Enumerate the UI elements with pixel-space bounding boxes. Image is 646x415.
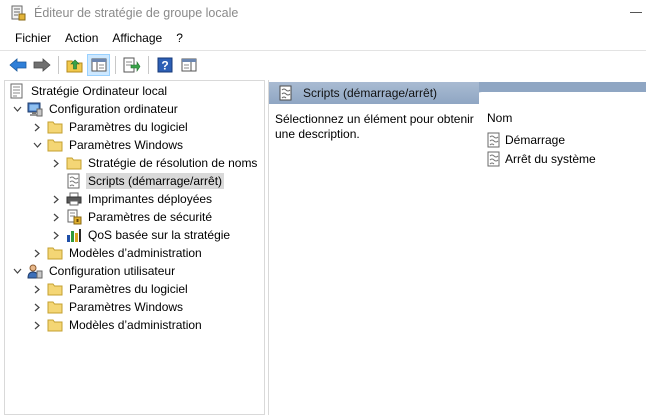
list-item-shutdown[interactable]: Arrêt du système: [487, 150, 596, 168]
scripts-icon: [66, 173, 82, 189]
policy-editor-icon: [11, 5, 26, 21]
policy-document-icon: [9, 83, 25, 99]
list-item-label: Démarrage: [505, 133, 566, 147]
user-icon: [27, 263, 43, 279]
toolbar-separator: [148, 55, 149, 74]
tree-node-printers[interactable]: Imprimantes déployées: [50, 190, 214, 208]
folder-icon: [47, 119, 63, 135]
tree-label: Paramètres Windows: [69, 138, 184, 152]
svg-text:?: ?: [161, 58, 168, 72]
forward-icon: [33, 57, 51, 72]
header-curve: [472, 92, 646, 106]
tree-label: Stratégie Ordinateur local: [31, 84, 168, 98]
tree-node-cc-admin-templates[interactable]: Modèles d’administration: [31, 244, 204, 262]
properties-pane-icon: [181, 58, 196, 71]
help-icon: ?: [157, 57, 172, 72]
up-level-button[interactable]: [63, 54, 86, 76]
back-icon: [8, 57, 26, 72]
script-file-icon: [487, 132, 501, 148]
menu-help[interactable]: ?: [169, 29, 190, 47]
folder-icon: [47, 299, 63, 315]
help-button[interactable]: ?: [153, 54, 176, 76]
tree-node-root[interactable]: Stratégie Ordinateur local: [9, 82, 169, 100]
details-pane: Scripts (démarrage/arrêt) Sélectionnez u…: [268, 80, 646, 415]
console-tree[interactable]: Stratégie Ordinateur local Configuration…: [4, 80, 265, 415]
folder-open-icon: [47, 137, 63, 153]
menu-file[interactable]: Fichier: [8, 29, 58, 47]
description-text: Sélectionnez un élément pour obtenir une…: [275, 112, 474, 141]
tree-node-security[interactable]: Paramètres de sécurité: [50, 208, 214, 226]
chevron-down-icon[interactable]: [11, 262, 23, 280]
export-list-icon: [123, 57, 140, 72]
title-bar: Éditeur de stratégie de groupe locale: [0, 0, 646, 26]
tree-label: Modèles d’administration: [69, 318, 202, 332]
properties-pane-button[interactable]: [177, 54, 200, 76]
show-hide-tree-icon: [91, 58, 106, 71]
tree-node-name-resolution[interactable]: Stratégie de résolution de noms: [50, 154, 259, 172]
details-header-title: Scripts (démarrage/arrêt): [303, 86, 438, 100]
up-folder-icon: [66, 59, 82, 72]
computer-icon: [27, 101, 43, 117]
tree-label: Modèles d’administration: [69, 246, 202, 260]
column-header-name[interactable]: Nom: [487, 111, 512, 125]
toolbar-separator: [58, 55, 59, 74]
chevron-right-icon[interactable]: [31, 244, 43, 262]
folder-icon: [47, 281, 63, 297]
tree-node-uc-software[interactable]: Paramètres du logiciel: [31, 280, 190, 298]
scripts-icon: [279, 85, 295, 101]
qos-chart-icon: [66, 227, 82, 243]
list-item-startup[interactable]: Démarrage: [487, 131, 565, 149]
forward-button[interactable]: [30, 54, 53, 76]
tree-label: Paramètres du logiciel: [69, 282, 188, 296]
chevron-right-icon[interactable]: [31, 298, 43, 316]
folder-icon: [47, 317, 63, 333]
tree-node-uc-windows[interactable]: Paramètres Windows: [31, 298, 185, 316]
chevron-right-icon[interactable]: [50, 208, 62, 226]
tree-node-computer-config[interactable]: Configuration ordinateur: [11, 100, 180, 118]
script-file-icon: [487, 151, 501, 167]
folder-icon: [66, 155, 82, 171]
menu-action[interactable]: Action: [58, 29, 105, 47]
chevron-down-icon[interactable]: [11, 100, 23, 118]
tree-node-cc-software[interactable]: Paramètres du logiciel: [31, 118, 190, 136]
tree-node-user-config[interactable]: Configuration utilisateur: [11, 262, 177, 280]
details-header: Scripts (démarrage/arrêt): [269, 82, 479, 104]
menu-bar: Fichier Action Affichage ?: [0, 27, 646, 49]
tree-node-qos[interactable]: QoS basée sur la stratégie: [50, 226, 232, 244]
tree-node-cc-windows[interactable]: Paramètres Windows: [31, 136, 185, 154]
show-hide-tree-button[interactable]: [87, 53, 110, 76]
folder-icon: [47, 245, 63, 261]
security-icon: [66, 209, 82, 225]
window-title: Éditeur de stratégie de groupe locale: [34, 6, 239, 20]
menu-view[interactable]: Affichage: [105, 29, 169, 47]
export-list-button[interactable]: [120, 54, 143, 76]
tree-label: QoS basée sur la stratégie: [88, 228, 231, 242]
toolbar-separator: [115, 55, 116, 74]
tree-label: Stratégie de résolution de noms: [88, 156, 258, 170]
minimize-button[interactable]: [626, 0, 646, 26]
list-item-label: Arrêt du système: [505, 152, 596, 166]
chevron-right-icon[interactable]: [31, 280, 43, 298]
back-button[interactable]: [6, 54, 29, 76]
tree-label: Paramètres du logiciel: [69, 120, 188, 134]
chevron-right-icon[interactable]: [50, 226, 62, 244]
tree-node-uc-admin-templates[interactable]: Modèles d’administration: [31, 316, 204, 334]
tree-label: Configuration utilisateur: [49, 264, 176, 278]
chevron-right-icon[interactable]: [50, 190, 62, 208]
tree-node-scripts[interactable]: Scripts (démarrage/arrêt): [50, 172, 225, 190]
chevron-down-icon[interactable]: [31, 136, 43, 154]
chevron-right-icon[interactable]: [50, 154, 62, 172]
toolbar: ?: [0, 50, 646, 78]
printer-icon: [66, 191, 82, 207]
tree-label: Paramètres de sécurité: [88, 210, 213, 224]
tree-label: Paramètres Windows: [69, 300, 184, 314]
minimize-icon: [630, 12, 642, 13]
tree-label: Imprimantes déployées: [88, 192, 213, 206]
tree-label: Scripts (démarrage/arrêt): [86, 173, 225, 189]
chevron-right-icon[interactable]: [31, 118, 43, 136]
chevron-right-icon[interactable]: [31, 316, 43, 334]
tree-label: Configuration ordinateur: [49, 102, 178, 116]
